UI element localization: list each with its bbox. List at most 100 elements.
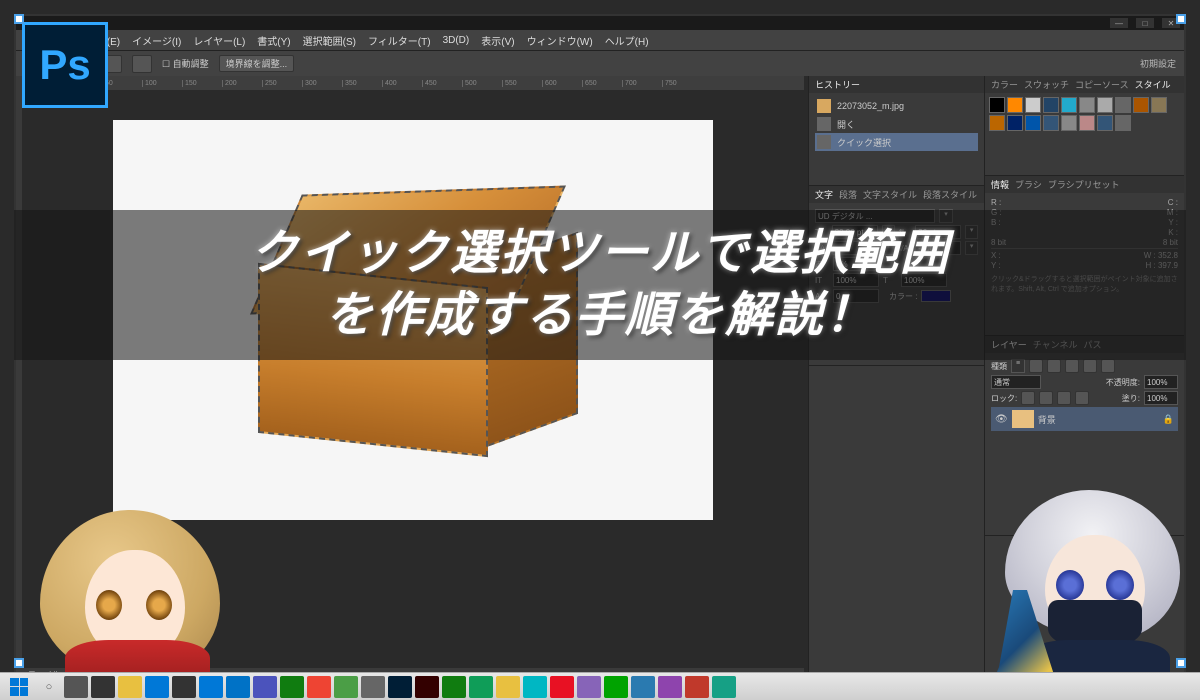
style-swatch[interactable] [1151, 97, 1167, 113]
taskbar-photoshop-icon[interactable] [388, 676, 412, 698]
style-swatch[interactable] [1079, 115, 1095, 131]
taskbar-edge-icon[interactable] [145, 676, 169, 698]
taskbar-sheets-icon[interactable] [469, 676, 493, 698]
filter-smart-icon[interactable] [1101, 359, 1115, 373]
style-swatch[interactable] [1061, 97, 1077, 113]
refine-edge-button[interactable]: 境界線を調整... [219, 55, 295, 72]
vscale-field[interactable] [833, 273, 879, 287]
filter-adj-icon[interactable] [1047, 359, 1061, 373]
taskbar-explorer-icon[interactable] [118, 676, 142, 698]
tab-レイヤー[interactable]: レイヤー [991, 338, 1027, 351]
style-swatch[interactable] [989, 115, 1005, 131]
style-swatch[interactable] [1043, 115, 1059, 131]
layer-kind-drop[interactable]: ≡ [1011, 359, 1025, 373]
tab-文字[interactable]: 文字 [815, 188, 833, 201]
style-swatch[interactable] [1043, 97, 1059, 113]
style-swatch[interactable] [1097, 115, 1113, 131]
font-size-field[interactable] [832, 225, 878, 239]
lock-trans-icon[interactable] [1021, 391, 1035, 405]
taskbar-app1-icon[interactable] [523, 676, 547, 698]
style-swatch[interactable] [1115, 115, 1131, 131]
taskbar-adobe-br-icon[interactable] [307, 676, 331, 698]
menu-view[interactable]: 表示(V) [481, 33, 514, 48]
tab-情報[interactable]: 情報 [991, 178, 1009, 191]
font-dropdown-icon[interactable]: ▾ [939, 209, 953, 223]
taskbar-app5-icon[interactable] [631, 676, 655, 698]
font-family-field[interactable] [815, 209, 935, 223]
menu-window[interactable]: ウィンドウ(W) [527, 33, 593, 48]
menu-layer[interactable]: レイヤー(L) [193, 33, 245, 48]
style-swatch[interactable] [1007, 115, 1023, 131]
taskbar-app4-icon[interactable] [604, 676, 628, 698]
tracking-field[interactable] [915, 241, 961, 255]
tab-チャンネル[interactable]: チャンネル [1033, 338, 1078, 351]
tab-段落スタイル[interactable]: 段落スタイル [923, 188, 977, 201]
text-color-swatch[interactable] [921, 290, 951, 302]
style-swatch[interactable] [1079, 97, 1095, 113]
taskbar-excel-icon[interactable] [280, 676, 304, 698]
hscale-field[interactable] [901, 273, 947, 287]
style-swatch[interactable] [989, 97, 1005, 113]
tab-パス[interactable]: パス [1083, 338, 1101, 351]
filter-shape-icon[interactable] [1083, 359, 1097, 373]
leading-drop-icon[interactable]: ▾ [965, 225, 978, 239]
tab-段落[interactable]: 段落 [839, 188, 857, 201]
start-button[interactable] [4, 676, 34, 698]
style-swatch[interactable] [1061, 115, 1077, 131]
style-swatch[interactable] [1115, 97, 1131, 113]
tsume-field[interactable] [833, 257, 879, 271]
tab-カラー[interactable]: カラー [991, 78, 1018, 91]
menu-type[interactable]: 書式(Y) [257, 33, 290, 48]
canvas-area[interactable] [22, 90, 804, 666]
blend-mode-field[interactable] [991, 375, 1041, 389]
kerning-field[interactable] [832, 241, 878, 255]
taskbar-app3-icon[interactable] [577, 676, 601, 698]
leading-field[interactable] [915, 225, 961, 239]
kerning-drop-icon[interactable]: ▾ [882, 241, 895, 255]
taskbar-store-icon[interactable] [172, 676, 196, 698]
filter-text-icon[interactable] [1065, 359, 1079, 373]
tab-スウォッチ[interactable]: スウォッチ [1024, 78, 1069, 91]
taskbar-app6-icon[interactable] [658, 676, 682, 698]
baseline-field[interactable] [833, 289, 879, 303]
tracking-drop-icon[interactable]: ▾ [965, 241, 978, 255]
opacity-field[interactable] [1144, 375, 1178, 389]
tab-スタイル[interactable]: スタイル [1135, 78, 1171, 91]
taskbar-app2-icon[interactable] [550, 676, 574, 698]
menu-help[interactable]: ヘルプ(H) [605, 33, 649, 48]
taskbar-task-icon[interactable] [91, 676, 115, 698]
taskbar-explorer2-icon[interactable] [496, 676, 520, 698]
lock-pixel-icon[interactable] [1039, 391, 1053, 405]
minimize-button[interactable]: — [1110, 18, 1128, 28]
menu-select[interactable]: 選択範囲(S) [303, 33, 356, 48]
tab-文字スタイル[interactable]: 文字スタイル [863, 188, 917, 201]
taskbar-teams-icon[interactable] [253, 676, 277, 698]
menu-filter[interactable]: フィルター(T) [368, 33, 431, 48]
taskbar-search-icon[interactable] [64, 676, 88, 698]
taskbar-outlook-icon[interactable] [226, 676, 250, 698]
tab-コピーソース[interactable]: コピーソース [1075, 78, 1129, 91]
taskbar-excel2-icon[interactable] [442, 676, 466, 698]
style-swatch[interactable] [1097, 97, 1113, 113]
style-swatch[interactable] [1007, 97, 1023, 113]
menu-image[interactable]: イメージ(I) [132, 33, 181, 48]
maximize-button[interactable]: □ [1136, 18, 1154, 28]
taskbar-app7-icon[interactable] [685, 676, 709, 698]
search-icon[interactable]: ○ [37, 676, 61, 698]
lock-all-icon[interactable] [1075, 391, 1089, 405]
document-canvas[interactable] [113, 120, 713, 520]
style-swatch[interactable] [1025, 115, 1041, 131]
visibility-icon[interactable]: 👁 [995, 414, 1008, 425]
lock-pos-icon[interactable] [1057, 391, 1071, 405]
tab-ブラシプリセット[interactable]: ブラシプリセット [1048, 178, 1120, 191]
history-item[interactable]: クイック選択 [815, 133, 978, 151]
taskbar-app8-icon[interactable] [712, 676, 736, 698]
auto-enhance-checkbox[interactable]: ☐ 自動調整 [162, 57, 209, 70]
style-swatch[interactable] [1133, 97, 1149, 113]
size-drop-icon[interactable]: ▾ [882, 225, 895, 239]
layer-row-bg[interactable]: 👁 背景 🔒 [991, 407, 1178, 431]
history-doc[interactable]: 22073052_m.jpg [815, 97, 978, 115]
history-item[interactable]: 開く [815, 115, 978, 133]
style-swatch[interactable] [1025, 97, 1041, 113]
menu-3d[interactable]: 3D(D) [443, 35, 470, 46]
